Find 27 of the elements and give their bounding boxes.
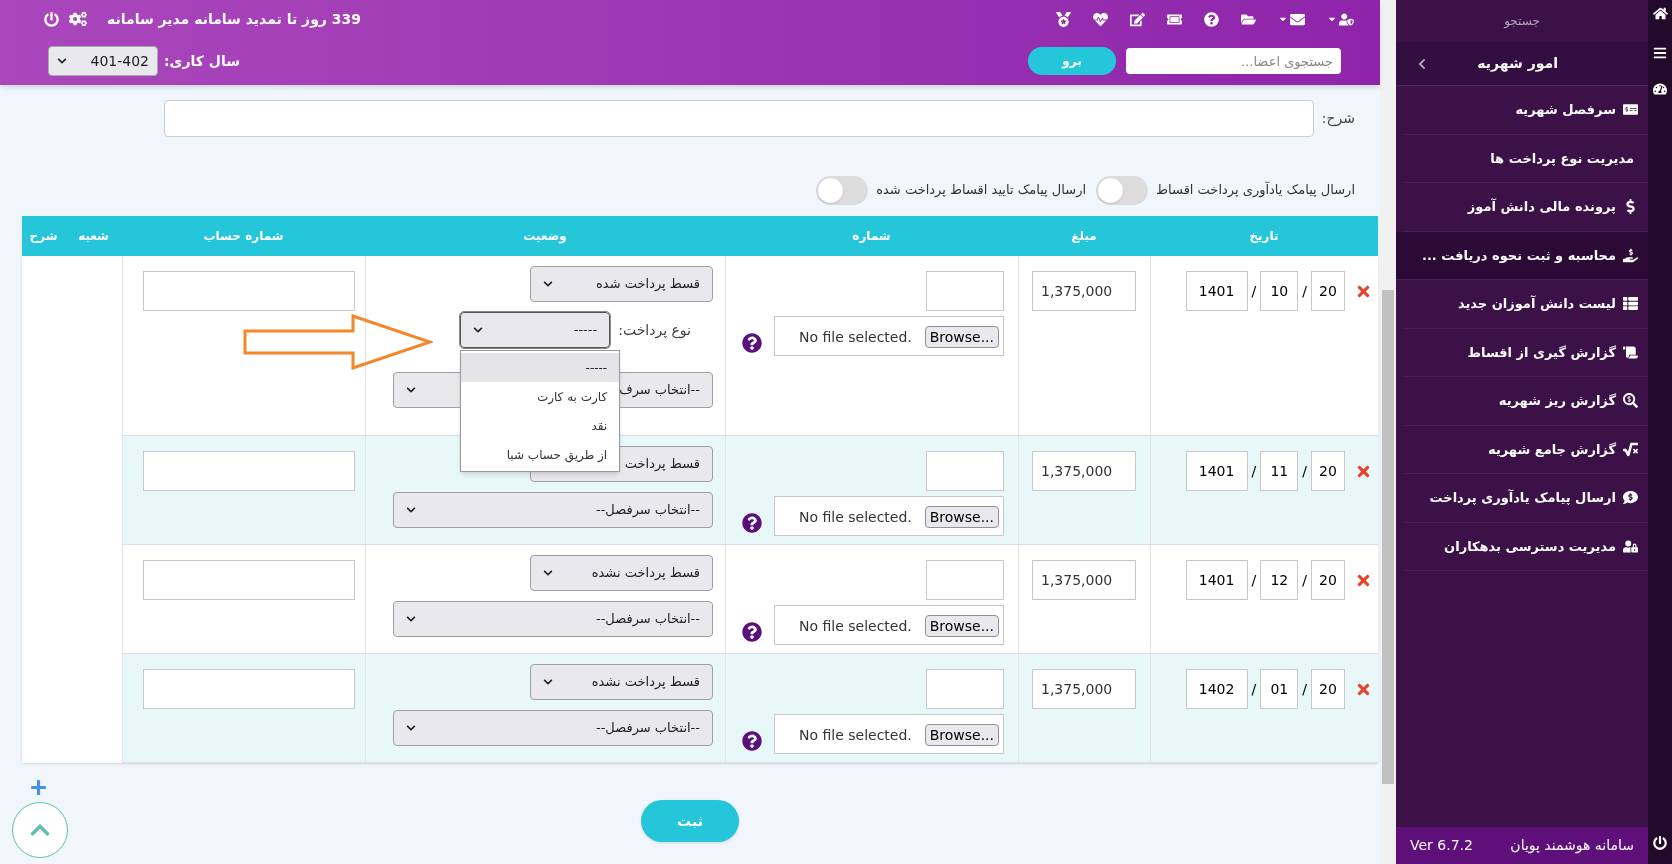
date-separator: / — [1251, 462, 1257, 481]
working-year-label: سال کاری: — [164, 51, 240, 71]
column-header: شماره — [852, 228, 891, 245]
column-header: مبلغ — [1071, 228, 1097, 245]
date-separator: / — [1302, 680, 1307, 699]
toggle-label: ارسال پیامک یادآوری پرداخت اقساط — [1156, 180, 1355, 200]
renewal-notice: 339 روز تا تمدید سامانه مدیر سامانه — [107, 9, 361, 30]
app-title: سامانه هوشمند پویان — [1510, 836, 1634, 856]
column-header: شماره حساب — [203, 228, 284, 245]
date-separator: / — [1302, 282, 1307, 301]
toggle-label: ارسال پیامک تایید اقساط پرداخت شده — [876, 181, 1087, 200]
date-separator: / — [1251, 680, 1257, 699]
file-status: No file selected. — [798, 616, 912, 636]
date-separator: / — [1302, 571, 1307, 590]
date-separator: / — [1251, 282, 1257, 301]
version-label: Ver 6.7.2 — [1410, 836, 1473, 855]
date-separator: / — [1302, 462, 1307, 481]
file-status: No file selected. — [798, 507, 912, 527]
column-header: شعبه — [78, 228, 109, 245]
column-header: وضعیت — [523, 228, 567, 245]
payment-type-label: نوع پرداخت: — [618, 320, 691, 341]
file-status: No file selected. — [798, 725, 912, 745]
column-header: شرح — [29, 228, 58, 245]
date-separator: / — [1251, 571, 1257, 590]
description-label: شرح: — [1321, 109, 1355, 129]
file-status: No file selected. — [798, 327, 912, 347]
column-header: تاریخ — [1249, 228, 1279, 245]
